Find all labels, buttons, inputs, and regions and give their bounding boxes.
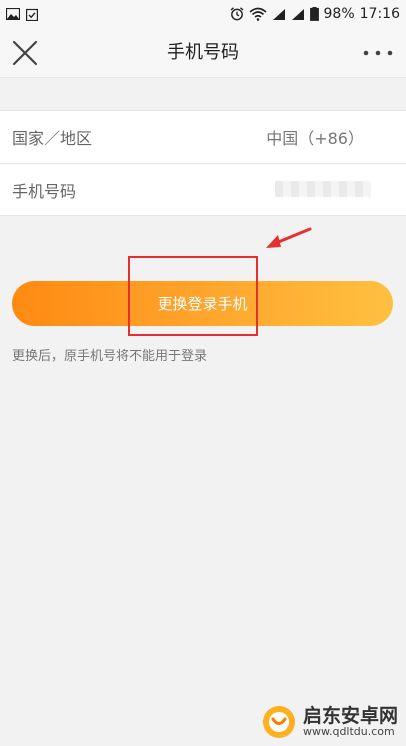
close-button[interactable] bbox=[10, 38, 40, 68]
gallery-notification-icon bbox=[6, 7, 20, 21]
clock: 17:16 bbox=[359, 6, 400, 22]
more-button[interactable] bbox=[360, 38, 396, 68]
change-login-phone-button[interactable]: 更换登录手机 bbox=[12, 281, 393, 326]
watermark: 启东安卓网 www.qdltdu.com bbox=[261, 704, 398, 740]
signal-1-icon bbox=[272, 7, 286, 21]
masked-phone-number bbox=[275, 181, 371, 197]
region-value: 中国（+86） bbox=[266, 129, 364, 148]
signal-2-icon bbox=[291, 7, 305, 21]
annotation-arrow-icon bbox=[266, 227, 312, 248]
phone-form: 国家／地区 中国（+86） 手机号码 bbox=[0, 110, 406, 216]
hint-text: 更换后，原手机号将不能用于登录 bbox=[12, 349, 208, 364]
watermark-text: 启东安卓网 www.qdltdu.com bbox=[302, 704, 398, 739]
close-icon bbox=[12, 40, 38, 66]
page-title: 手机号码 bbox=[167, 42, 239, 63]
phone-label: 手机号码 bbox=[12, 181, 77, 201]
battery-icon bbox=[309, 7, 319, 21]
watermark-url: www.qdltdu.com bbox=[302, 725, 395, 739]
status-bar: 98% 17:16 bbox=[0, 0, 406, 28]
wifi-icon bbox=[248, 7, 267, 21]
watermark-logo-icon bbox=[262, 706, 295, 738]
battery-percent: 98% bbox=[323, 6, 355, 22]
more-dots-icon bbox=[363, 50, 393, 56]
alarm-icon bbox=[230, 7, 244, 21]
nav-bar: 手机号码 bbox=[0, 28, 406, 78]
phone-row: 手机号码 bbox=[0, 163, 406, 215]
status-left bbox=[6, 7, 38, 21]
watermark-title: 启东安卓网 bbox=[302, 704, 398, 727]
region-label: 国家／地区 bbox=[12, 129, 93, 148]
task-notification-icon bbox=[26, 7, 38, 21]
status-right: 98% 17:16 bbox=[230, 6, 400, 22]
region-row[interactable]: 国家／地区 中国（+86） bbox=[0, 111, 406, 163]
